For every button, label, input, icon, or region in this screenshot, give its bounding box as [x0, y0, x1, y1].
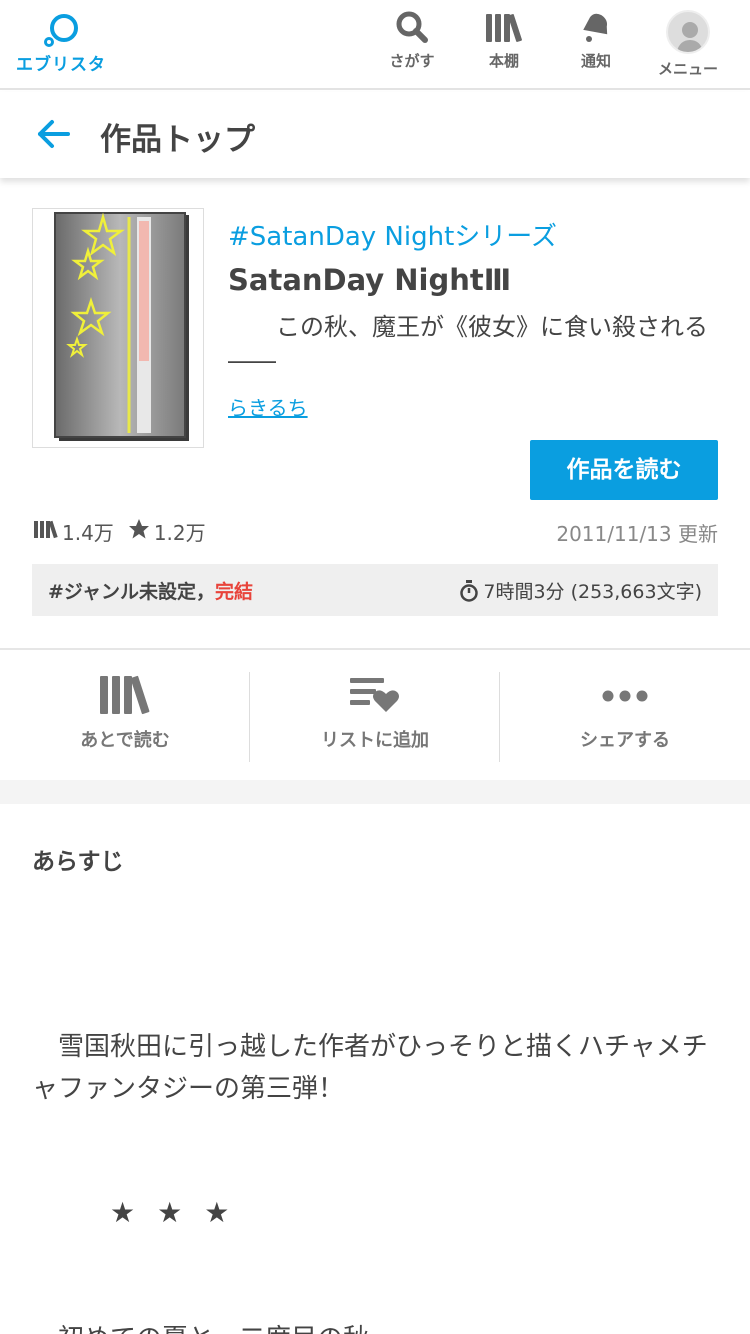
- book-cover-illustration: [54, 212, 189, 441]
- synopsis-heading: あらすじ: [32, 849, 124, 875]
- share-label: シェアする: [580, 730, 670, 751]
- nav-shelf[interactable]: 本棚: [462, 10, 546, 82]
- share-button[interactable]: シェアする: [500, 672, 750, 762]
- page-title: 作品トップ: [100, 122, 255, 158]
- nav-search[interactable]: さがす: [370, 10, 454, 82]
- site-logo[interactable]: エブリスタ: [16, 12, 106, 78]
- read-work-button[interactable]: 作品を読む: [530, 440, 718, 500]
- nav-menu[interactable]: メニュー: [646, 10, 730, 82]
- read-time-text: 7時間3分 (253,663文字): [483, 581, 702, 603]
- action-row: あとで読む リストに追加 シェアする: [0, 648, 750, 780]
- author-link[interactable]: らきるち: [228, 392, 308, 421]
- work-stats: 1.4万 1.2万: [34, 517, 220, 546]
- nav-shelf-label: 本棚: [488, 52, 519, 70]
- section-gap: [0, 780, 750, 804]
- bell-icon: [583, 13, 608, 42]
- list-heart-icon: [350, 678, 399, 712]
- genre-separator: ，: [195, 581, 215, 603]
- star-icon: [128, 518, 150, 545]
- genre-info: #ジャンル未設定，完結: [48, 577, 253, 604]
- cover-image[interactable]: [32, 208, 204, 448]
- bookshelf-icon: [486, 14, 522, 42]
- shelf-count-icon: [34, 519, 58, 544]
- synopsis-body: 雪国秋田に引っ越した作者がひっそりと描くハチャメチャファンタジーの第三弾！: [32, 1032, 708, 1104]
- arrow-left-icon: [38, 120, 70, 148]
- stopwatch-icon: [460, 579, 479, 602]
- logo-text: エブリスタ: [16, 55, 106, 75]
- nav-notify[interactable]: 通知: [554, 10, 638, 82]
- genre-link[interactable]: #ジャンル未設定: [48, 581, 196, 603]
- status-badge: 完結: [215, 581, 254, 603]
- updated-date: 2011/11/13 更新: [556, 522, 718, 546]
- add-to-list-label: リストに追加: [321, 730, 429, 751]
- read-time: 7時間3分 (253,663文字): [459, 577, 702, 604]
- bookshelf-icon: [100, 675, 150, 715]
- read-later-button[interactable]: あとで読む: [0, 672, 250, 762]
- top-header: エブリスタ さがす 本棚 通知 メニュー: [0, 0, 750, 90]
- logo-bubble-icon: [44, 14, 78, 47]
- synopsis-stars: ★★★: [110, 1196, 252, 1229]
- work-title: SatanDay NightⅢ: [228, 263, 512, 297]
- add-to-list-button[interactable]: リストに追加: [250, 672, 500, 762]
- page-title-bar: 作品トップ: [0, 92, 750, 178]
- user-silhouette-icon: [676, 22, 704, 52]
- search-icon: [396, 11, 428, 43]
- genre-bar: #ジャンル未設定，完結 7時間3分 (253,663文字): [32, 564, 718, 616]
- avatar: [666, 10, 710, 54]
- star-count: 1.2万: [153, 521, 206, 545]
- catch-copy: この秋、魔王が《彼女》に食い殺される――: [228, 313, 708, 375]
- more-dots-icon: [602, 690, 648, 702]
- shelf-count: 1.4万: [62, 521, 114, 545]
- series-link[interactable]: #SatanDay Nightシリーズ: [228, 216, 557, 253]
- nav-menu-label: メニュー: [657, 60, 718, 78]
- read-later-label: あとで読む: [80, 730, 170, 751]
- synopsis-continued: 初めての夏と、二度目の秋: [32, 1318, 718, 1334]
- nav-search-label: さがす: [389, 52, 435, 70]
- back-button[interactable]: [34, 114, 74, 154]
- nav-notify-label: 通知: [580, 52, 611, 70]
